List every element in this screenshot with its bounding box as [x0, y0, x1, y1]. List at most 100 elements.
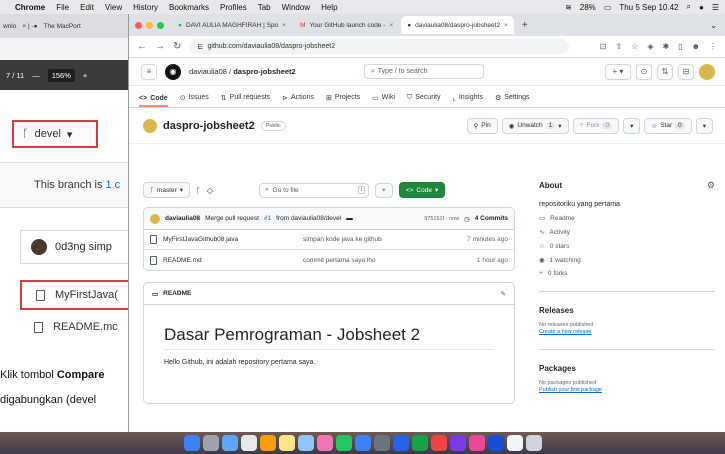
calendar-icon[interactable]	[240, 435, 257, 451]
menu-profiles[interactable]: Profiles	[220, 3, 247, 12]
finder-window-icon[interactable]	[297, 435, 314, 451]
file-name[interactable]: MyFirstJavaGithub08.java	[163, 236, 303, 243]
repo-name[interactable]: daspro-jobsheet2	[163, 120, 255, 132]
inbox-icon[interactable]: ⊟	[678, 63, 694, 80]
menu-tab[interactable]: Tab	[258, 3, 271, 12]
pull-requests-icon[interactable]: ⇅	[657, 63, 673, 80]
branch-selector[interactable]: ᚴ master ▾	[143, 182, 191, 198]
close-tab-icon[interactable]: ×	[389, 22, 393, 29]
trash-icon[interactable]	[525, 435, 542, 451]
fork-dropdown-button[interactable]: ▾	[623, 117, 641, 134]
sidebar-icon[interactable]: ▯	[678, 42, 682, 51]
battery-icon[interactable]: ▭	[604, 3, 612, 12]
notes-icon[interactable]	[259, 435, 276, 451]
excel-icon[interactable]	[411, 435, 428, 451]
unwatch-button[interactable]: ◉ Unwatch 1 ▾	[501, 117, 569, 134]
url-text[interactable]: github.com/daviaulia08/daspro-jobsheet2	[208, 43, 336, 50]
github-search-input[interactable]: ⌕ Type / to search	[363, 64, 484, 79]
star-button[interactable]: ☆ Star 0	[644, 117, 692, 134]
menu-history[interactable]: History	[133, 3, 158, 12]
chrome-dock-icon[interactable]	[430, 435, 447, 451]
pin-button[interactable]: ⚲ Pin	[466, 117, 498, 134]
zoom-out-icon[interactable]: —	[32, 71, 40, 80]
bg-tab[interactable]: × | -●	[19, 23, 40, 30]
tab-insights[interactable]: ⌞ Insights	[453, 94, 483, 107]
chrome-tab-active[interactable]: ● daviaulia08/daspro-jobsheet2 ×	[401, 16, 514, 34]
settings-icon[interactable]	[373, 435, 390, 451]
reload-icon[interactable]: ↻	[173, 41, 181, 52]
photos-icon[interactable]	[316, 435, 333, 451]
fork-button[interactable]: ⑂ Fork 0	[572, 117, 620, 134]
file-name[interactable]: README.md	[163, 257, 303, 264]
chrome-tab[interactable]: ● DAVI AULIA MAGHFIRAH | Spo ×	[172, 16, 292, 34]
xmind-icon[interactable]	[468, 435, 485, 451]
pdf-page-indicator[interactable]: 7 / 11	[6, 71, 24, 80]
about-watching[interactable]: ◉ 1 watching	[539, 256, 715, 265]
preview-icon[interactable]	[506, 435, 523, 451]
search-icon[interactable]: ⌕	[687, 2, 691, 12]
branches-icon[interactable]: ᚴ	[196, 186, 201, 195]
commit-message[interactable]: Merge pull request	[205, 215, 259, 222]
share-icon[interactable]: ⇧	[615, 42, 622, 51]
launchpad-icon[interactable]	[202, 435, 219, 451]
ellipsis-icon[interactable]: ▬	[346, 215, 353, 222]
commit-author[interactable]: daviaulia08	[165, 215, 200, 222]
tab-wiki[interactable]: ▭ Wiki	[372, 94, 395, 107]
go-to-file-input[interactable]: ⌕ Go to file t	[259, 182, 370, 198]
file-commit-message[interactable]: simpan kode java ke github	[303, 236, 433, 243]
word-icon[interactable]	[392, 435, 409, 451]
gear-icon[interactable]: ⚙	[707, 180, 715, 191]
about-forks[interactable]: ⑂ 0 forks	[539, 270, 715, 277]
readme-tab[interactable]: README	[163, 290, 191, 297]
about-activity[interactable]: ∿ Activity	[539, 228, 715, 237]
vscode-icon[interactable]	[487, 435, 504, 451]
commit-sha[interactable]: 975151f · now	[424, 216, 459, 222]
puzzle-icon[interactable]: ✱	[662, 42, 669, 51]
safari-icon[interactable]	[221, 435, 238, 451]
hamburger-menu-icon[interactable]: ≡	[141, 63, 157, 80]
menu-edit[interactable]: Edit	[80, 3, 94, 12]
add-file-button[interactable]: +	[375, 182, 393, 198]
zoom-in-icon[interactable]: +	[83, 71, 87, 80]
file-row[interactable]: MyFirstJavaGithub08.java simpan kode jav…	[144, 230, 514, 250]
menu-help[interactable]: Help	[321, 3, 337, 12]
bookmark-star-icon[interactable]: ☆	[631, 42, 638, 51]
chrome-tab[interactable]: M Your GitHub launch code - ×	[294, 16, 399, 34]
back-icon[interactable]: ←	[137, 41, 147, 52]
tab-actions[interactable]: ⊳ Actions	[282, 94, 314, 107]
user-avatar[interactable]	[699, 63, 715, 80]
about-readme[interactable]: ▭ Readme	[539, 214, 715, 223]
about-stars[interactable]: ☆ 0 stars	[539, 242, 715, 251]
google-lens-icon[interactable]: ⊡	[600, 42, 607, 51]
clock[interactable]: Thu 5 Sep 10.42	[619, 3, 678, 12]
new-tab-button[interactable]: +	[516, 20, 534, 31]
menu-view[interactable]: View	[105, 3, 122, 12]
owner-link[interactable]: daviaulia08	[189, 67, 227, 76]
app-store-icon[interactable]	[354, 435, 371, 451]
tab-pull-requests[interactable]: ⇅ Pull requests	[221, 94, 270, 107]
bg-tab[interactable]: wnlo	[0, 23, 19, 30]
repo-link[interactable]: daspro-jobsheet2	[233, 67, 296, 76]
star-dropdown-button[interactable]: ▾	[695, 117, 713, 134]
create-new-button[interactable]: + ▾	[605, 63, 631, 80]
packages-heading[interactable]: Packages	[539, 364, 715, 373]
close-tab-icon[interactable]: ×	[504, 22, 508, 29]
facetime-icon[interactable]	[335, 435, 352, 451]
wifi-icon[interactable]: ≋	[565, 3, 572, 12]
site-info-icon[interactable]: ⋿	[197, 43, 203, 51]
tab-projects[interactable]: ⊞ Projects	[326, 94, 360, 107]
close-window-button[interactable]	[135, 21, 142, 29]
issues-icon[interactable]: ⊙	[636, 63, 652, 80]
minimize-window-button[interactable]	[146, 21, 153, 29]
siri-icon[interactable]: ●	[699, 3, 704, 12]
profile-icon[interactable]: ☻	[692, 42, 700, 51]
close-tab-icon[interactable]: ×	[282, 22, 286, 29]
zoom-window-button[interactable]	[157, 21, 164, 29]
tab-issues[interactable]: ⊙ Issues	[180, 94, 209, 107]
menu-chrome[interactable]: Chrome	[15, 3, 45, 12]
pr-link[interactable]: #1	[264, 215, 271, 222]
tab-settings[interactable]: ⚙ Settings	[495, 94, 530, 107]
tab-code[interactable]: <> Code	[139, 95, 168, 107]
menu-bookmarks[interactable]: Bookmarks	[169, 3, 209, 12]
file-row[interactable]: README.md commit pertama saya lho 1 hour…	[144, 250, 514, 270]
